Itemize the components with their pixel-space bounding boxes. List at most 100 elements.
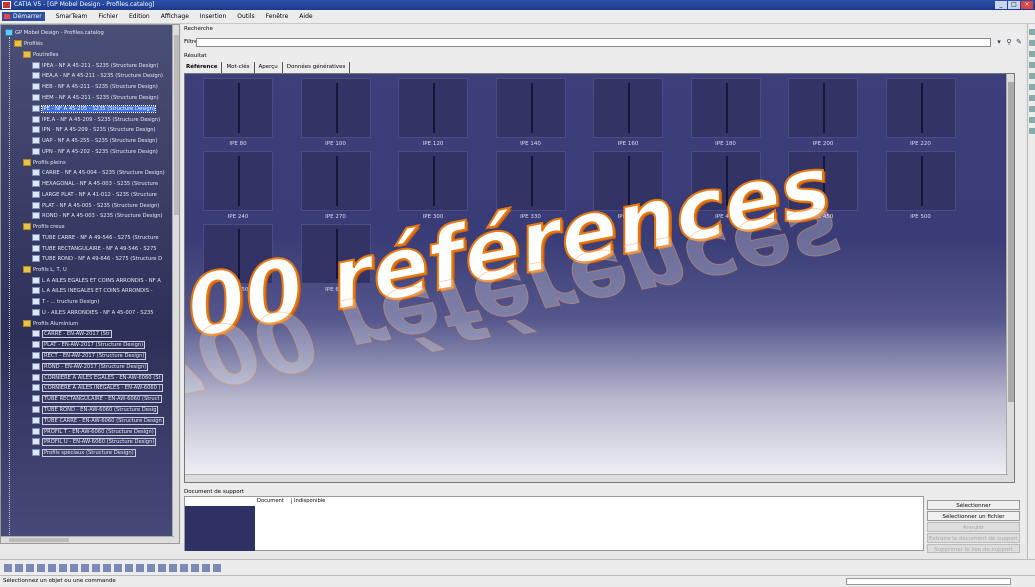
maximize-button[interactable]: □	[1008, 1, 1020, 9]
profile-thumbnail[interactable]	[495, 78, 566, 138]
tree-folder[interactable]: Profils L, T, U	[23, 266, 67, 275]
menu-insertion[interactable]: Insertion	[200, 13, 226, 20]
profile-thumbnail[interactable]	[788, 78, 858, 138]
grid-vertical-scrollbar[interactable]	[1006, 74, 1014, 482]
menu-smarteam[interactable]: SmarTeam	[56, 13, 88, 20]
tree-folder[interactable]: Profils pleins	[23, 158, 66, 168]
profile-thumbnail[interactable]	[300, 151, 371, 211]
minimize-button[interactable]: _	[995, 1, 1007, 9]
tree-item[interactable]: IPE - NF A 45-205 - S235 (Structure Desi…	[32, 104, 156, 114]
tree-item[interactable]: U - AILES ARRONDIES - NF A 45-007 - S235	[32, 309, 154, 318]
filter-input[interactable]	[196, 38, 991, 47]
tool-icon[interactable]	[1029, 62, 1035, 68]
tree-item[interactable]: LARGE PLAT - NF A 41-012 - S235 (Structu…	[32, 190, 157, 200]
copy-icon[interactable]	[59, 563, 67, 572]
tab-apercu[interactable]: Aperçu	[255, 62, 283, 73]
view-icon[interactable]	[180, 563, 188, 572]
menu-fichier[interactable]: Fichier	[98, 13, 118, 20]
swap-icon[interactable]	[213, 563, 221, 572]
paste-icon[interactable]	[70, 563, 78, 572]
tree-item[interactable]: L A AILES INEGALES ET COINS ARRONDIS -	[32, 287, 153, 296]
tree-item[interactable]: IPEA - NF A 45-211 - S235 (Structure Des…	[32, 61, 159, 71]
tool-icon[interactable]	[1029, 29, 1035, 35]
remove-support-link-button[interactable]: Supprimer le lien de support	[927, 544, 1020, 553]
tree-item[interactable]: HEA,A - NF A 45-211 - S235 (Structure De…	[32, 72, 163, 81]
render-icon[interactable]	[191, 563, 199, 572]
tree-item[interactable]: Profils spéciaux (Structure Design)	[32, 449, 136, 458]
fit-all-icon[interactable]	[136, 563, 144, 572]
tree-item[interactable]: ROND - EN-AW-2017 (Structure Design)	[32, 362, 149, 372]
grid-horizontal-scrollbar[interactable]	[185, 474, 1008, 482]
binoculars-icon[interactable]: ⚲	[1004, 38, 1014, 47]
tree-item[interactable]: HEXAGONAL - NF A 45-003 - S235 (Structur…	[32, 180, 158, 189]
cut-icon[interactable]	[48, 563, 56, 572]
tree-item[interactable]: UAP - NF A 45-255 - S235 (Structure Desi…	[32, 137, 157, 146]
profile-thumbnail[interactable]	[398, 78, 468, 138]
pencil-icon[interactable]: ✎	[1014, 38, 1024, 47]
tool-icon[interactable]	[1029, 95, 1035, 101]
rotate-icon[interactable]	[158, 563, 166, 572]
pan-icon[interactable]	[147, 563, 155, 572]
tree-item[interactable]: PLAT - EN-AW-2017 (Structure Design)	[32, 341, 146, 350]
tool-icon[interactable]	[1029, 106, 1035, 112]
help-icon[interactable]	[103, 563, 111, 572]
tool-icon[interactable]	[1029, 84, 1035, 90]
menu-fenetre[interactable]: Fenêtre	[266, 13, 289, 20]
tree-folder[interactable]: Profils Aluminium	[23, 319, 78, 329]
tree-item[interactable]: CARRE - EN-AW-2017 (Str	[32, 330, 113, 339]
menu-edition[interactable]: Edition	[129, 13, 150, 20]
profile-thumbnail[interactable]	[593, 78, 663, 138]
dropdown-icon[interactable]: ▾	[994, 38, 1004, 47]
tree-folder-profils[interactable]: Profilés	[14, 40, 43, 49]
tree-item[interactable]: ROND - NF A 45-003 - S235 (Structure Des…	[32, 212, 163, 221]
extract-support-button[interactable]: Extraire le document de support	[927, 533, 1020, 543]
tree-item[interactable]: TUBE CARRE - EN-AW-6060 (Structure Desig…	[32, 416, 164, 426]
close-button[interactable]: ×	[1021, 1, 1033, 9]
tree-item[interactable]: CARRE - NF A 45-004 - S235 (Structure De…	[32, 169, 165, 178]
profile-thumbnail[interactable]	[300, 78, 371, 138]
tree-item[interactable]: TUBE ROND - NF A 49-646 - S275 (Structur…	[32, 255, 162, 264]
cancel-button[interactable]: Annuler	[927, 522, 1020, 532]
tab-donnees-generatives[interactable]: Données génératives	[283, 62, 351, 73]
select-button[interactable]: Sélectionner	[927, 500, 1020, 510]
tab-reference[interactable]: Référence	[182, 62, 223, 73]
zoom-icon[interactable]	[169, 563, 177, 572]
profile-thumbnail[interactable]	[203, 151, 273, 211]
tree-item[interactable]: PROFIL U - EN-AW-6060 (Structure Design)	[32, 438, 157, 447]
tree-item[interactable]: UPN - NF A 45-202 - S235 (Structure Desi…	[32, 147, 158, 157]
profile-thumbnail[interactable]	[398, 151, 468, 211]
print-icon[interactable]	[37, 563, 45, 572]
tab-mot-cles[interactable]: Mot-clés	[222, 62, 255, 73]
select-file-button[interactable]: Sélectionner un fichier	[927, 511, 1020, 521]
command-input[interactable]	[846, 578, 1011, 585]
undo-icon[interactable]	[81, 563, 89, 572]
tool-icon[interactable]	[1029, 128, 1035, 134]
tree-item[interactable]: RECT - EN-AW-2017 (Structure Design)	[32, 351, 147, 361]
menu-affichage[interactable]: Affichage	[161, 13, 189, 20]
tool-icon[interactable]	[1029, 51, 1035, 57]
tree-root[interactable]: GP Mobel Design - Profiles.catalog	[5, 29, 104, 38]
tree-item[interactable]: PROFIL T - EN-AW-6060 (Structure Design)	[32, 427, 156, 437]
open-icon[interactable]	[15, 563, 23, 572]
tree-item[interactable]: IPN - NF A 45-209 - S235 (Structure Desi…	[32, 126, 156, 135]
tool-icon[interactable]	[1029, 117, 1035, 123]
menu-aide[interactable]: Aide	[299, 13, 312, 20]
tree-item[interactable]: HEB - NF A 45-211 - S235 (Structure Desi…	[32, 83, 158, 92]
tree-vertical-scrollbar[interactable]	[172, 25, 179, 543]
redo-icon[interactable]	[92, 563, 100, 572]
formula-icon[interactable]	[114, 563, 122, 572]
tree-item[interactable]: IPE,A - NF A 45-209 - S235 (Structure De…	[32, 115, 160, 125]
tool-icon[interactable]	[1029, 40, 1035, 46]
profile-thumbnail[interactable]	[690, 78, 761, 138]
tool-icon[interactable]	[1029, 73, 1035, 79]
tree-folder[interactable]: Profils creux	[23, 223, 65, 232]
tree-folder[interactable]: Poutrelles	[23, 51, 58, 60]
tree-item[interactable]: CORNIERE A AILES INEGALES - EN-AW-6060 (	[32, 384, 163, 393]
tree-horizontal-scrollbar[interactable]	[1, 536, 174, 543]
tree-item[interactable]: TUBE RECTANGULAIRE - EN-AW-6060 (Struct	[32, 395, 162, 404]
hide-show-icon[interactable]	[202, 563, 210, 572]
tree-item[interactable]: TUBE RECTANGULAIRE - NF A 49-546 - S275	[32, 244, 157, 254]
save-icon[interactable]	[26, 563, 34, 572]
tree-item[interactable]: HEM - NF A 45-211 - S235 (Structure Desi…	[32, 93, 159, 103]
tree-item[interactable]: PLAT - NF A 45-005 - S235 (Structure Des…	[32, 201, 159, 211]
